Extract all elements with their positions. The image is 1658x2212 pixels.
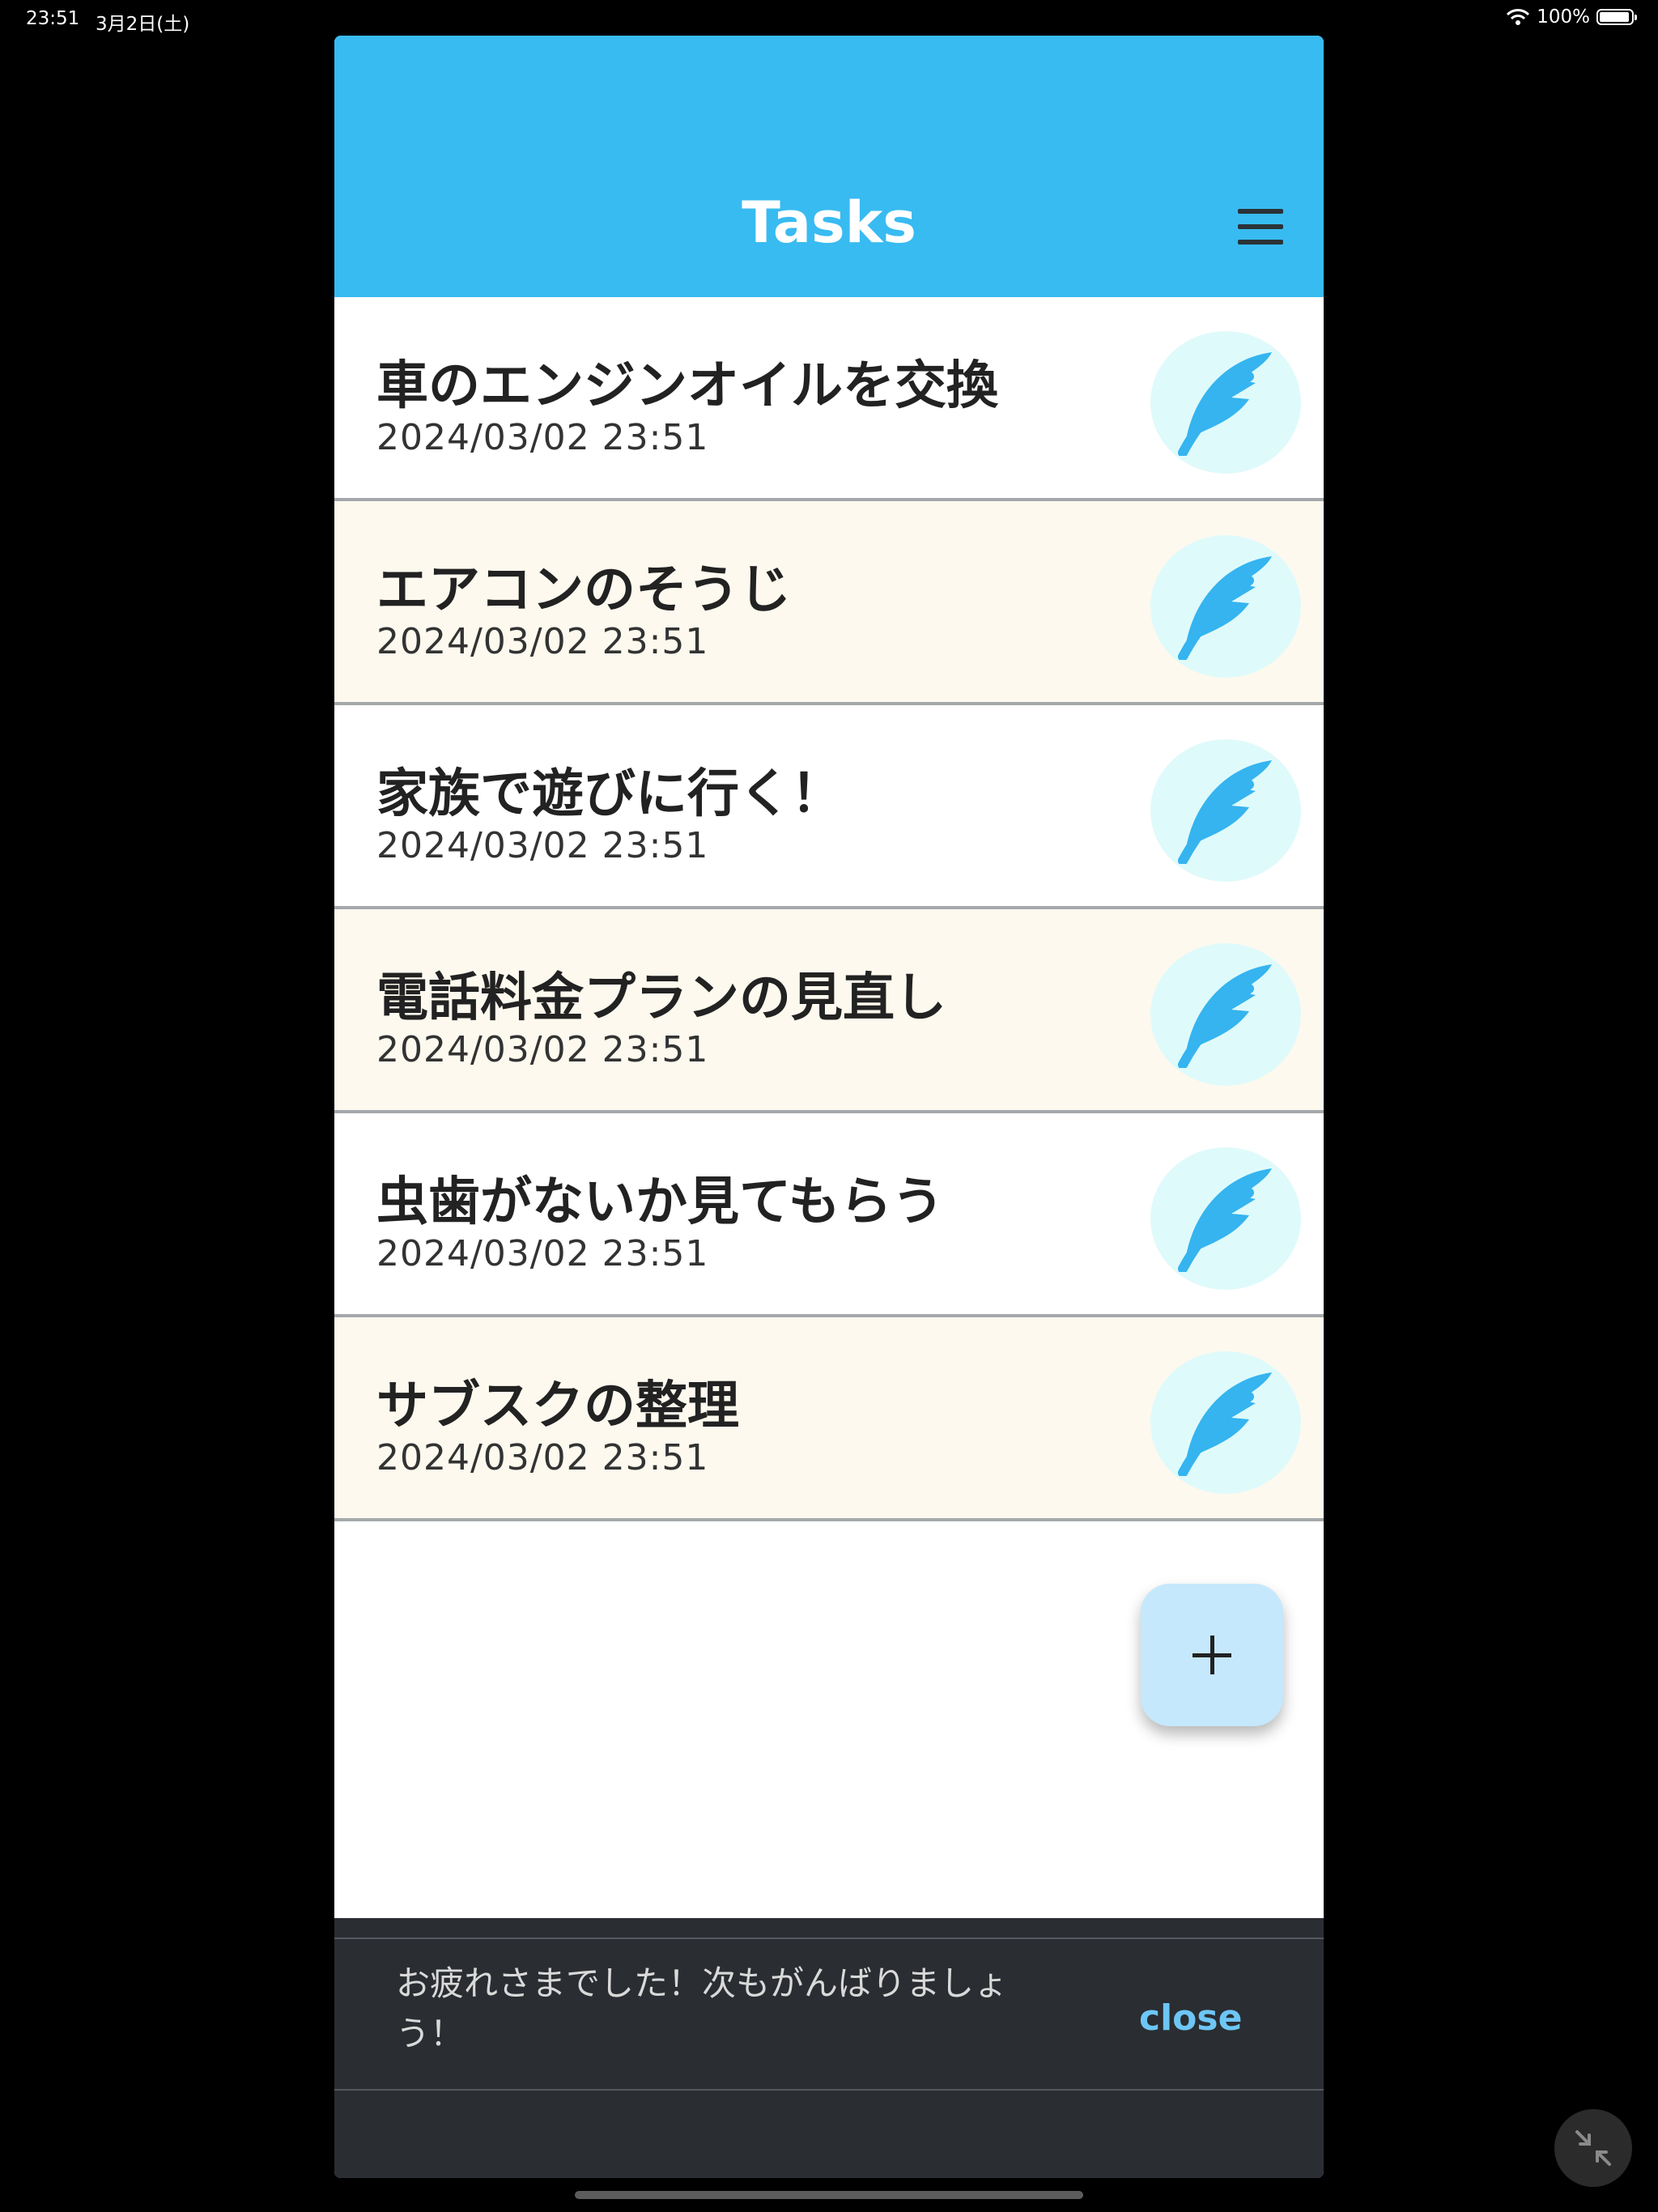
snackbar-divider: [334, 1938, 1324, 1939]
task-title: 虫歯がないか見てもらう: [376, 1172, 944, 1232]
edit-task-button[interactable]: [1150, 331, 1301, 474]
task-title: 電話料金プランの見直し: [376, 968, 946, 1028]
feather-edit-icon: [1178, 556, 1272, 660]
edit-task-button[interactable]: [1150, 1147, 1301, 1290]
task-date: 2024/03/02 23:51: [376, 1029, 709, 1070]
task-title: 車のエンジンオイルを交換: [376, 356, 998, 416]
feather-edit-icon: [1178, 760, 1272, 864]
snackbar: お疲れさまでした！次もがんばりましょう！ close: [334, 1918, 1324, 2178]
snackbar-close-button[interactable]: close: [1139, 1997, 1242, 2039]
status-time: 23:51: [26, 8, 80, 29]
collapse-arrows-icon: [1575, 2130, 1611, 2166]
feather-edit-icon: [1178, 1168, 1272, 1272]
task-row[interactable]: サブスクの整理 2024/03/02 23:51: [334, 1317, 1324, 1521]
home-indicator[interactable]: [575, 2191, 1083, 2199]
feather-edit-icon: [1178, 1372, 1272, 1476]
add-task-button[interactable]: [1141, 1584, 1283, 1726]
task-row[interactable]: 車のエンジンオイルを交換 2024/03/02 23:51: [334, 297, 1324, 501]
wifi-icon: [1507, 9, 1530, 25]
edit-task-button[interactable]: [1150, 535, 1301, 678]
app-window: Tasks 車のエンジンオイルを交換 2024/03/02 23:51 エアコン…: [334, 36, 1324, 2178]
task-title: エアコンのそうじ: [376, 560, 791, 620]
feather-edit-icon: [1178, 352, 1272, 456]
snackbar-divider: [334, 2089, 1324, 2091]
task-title: サブスクの整理: [376, 1376, 739, 1436]
collapse-window-button[interactable]: [1554, 2109, 1632, 2187]
snackbar-message: お疲れさまでした！次もがんばりましょう！: [396, 1963, 1009, 2053]
app-bar: Tasks: [334, 36, 1324, 297]
feather-edit-icon: [1178, 964, 1272, 1068]
status-indicators: 100%: [1506, 6, 1637, 28]
task-list: 車のエンジンオイルを交換 2024/03/02 23:51 エアコンのそうじ 2…: [334, 297, 1324, 1521]
task-row[interactable]: エアコンのそうじ 2024/03/02 23:51: [334, 501, 1324, 705]
task-date: 2024/03/02 23:51: [376, 621, 709, 662]
task-row[interactable]: 電話料金プランの見直し 2024/03/02 23:51: [334, 909, 1324, 1113]
task-date: 2024/03/02 23:51: [376, 825, 709, 866]
task-date: 2024/03/02 23:51: [376, 1437, 709, 1478]
task-date: 2024/03/02 23:51: [376, 417, 709, 458]
task-title: 家族で遊びに行く！: [376, 764, 843, 824]
battery-percentage: 100%: [1537, 6, 1590, 28]
task-row[interactable]: 虫歯がないか見てもらう 2024/03/02 23:51: [334, 1113, 1324, 1317]
hamburger-menu-icon[interactable]: [1236, 209, 1285, 245]
edit-task-button[interactable]: [1150, 1351, 1301, 1494]
status-bar: 23:51 3月2日(土) 100%: [0, 0, 1658, 37]
edit-task-button[interactable]: [1150, 739, 1301, 882]
page-title: Tasks: [742, 189, 916, 256]
status-date: 3月2日(土): [96, 14, 190, 35]
task-date: 2024/03/02 23:51: [376, 1233, 709, 1274]
battery-icon: [1596, 9, 1637, 25]
task-row[interactable]: 家族で遊びに行く！ 2024/03/02 23:51: [334, 705, 1324, 909]
edit-task-button[interactable]: [1150, 943, 1301, 1086]
